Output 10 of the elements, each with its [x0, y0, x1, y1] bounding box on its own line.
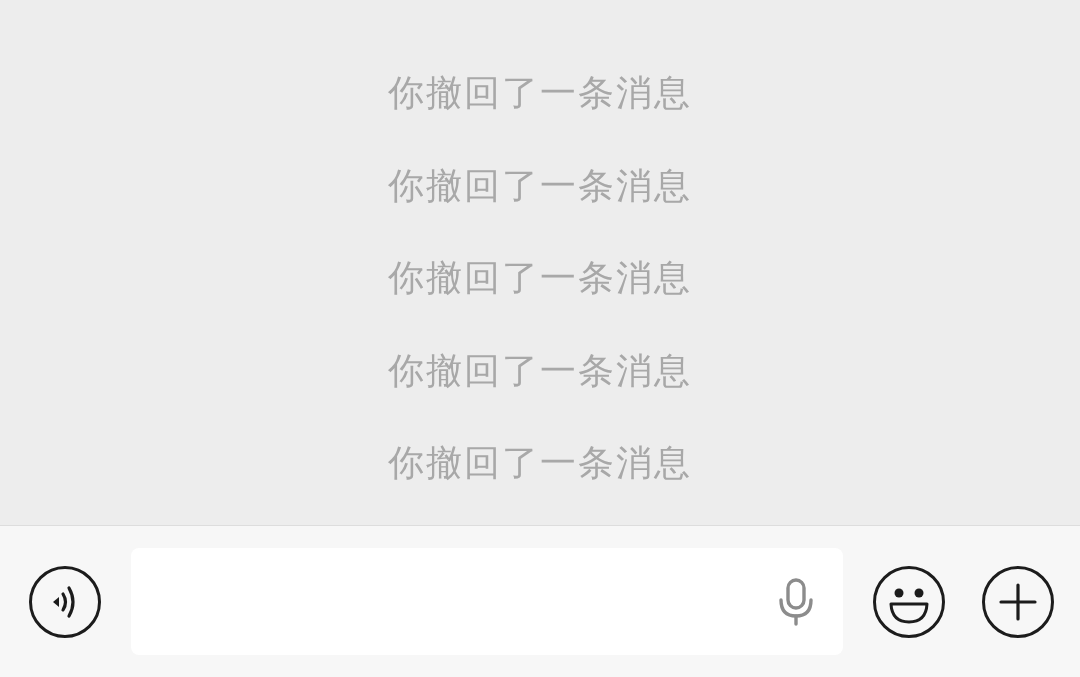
input-field[interactable]: [131, 548, 843, 655]
recall-notice: 你撤回了一条消息: [388, 441, 692, 485]
plus-icon[interactable]: [982, 565, 1054, 638]
microphone-icon[interactable]: [777, 577, 815, 626]
recall-notice: 你撤回了一条消息: [388, 256, 692, 300]
sound-wave-icon[interactable]: [29, 565, 101, 638]
recall-notice: 你撤回了一条消息: [388, 348, 692, 393]
smiley-icon[interactable]: [873, 565, 945, 638]
recall-notice: 你撤回了一条消息: [388, 163, 692, 208]
recall-notice: 你撤回了一条消息: [388, 71, 692, 115]
